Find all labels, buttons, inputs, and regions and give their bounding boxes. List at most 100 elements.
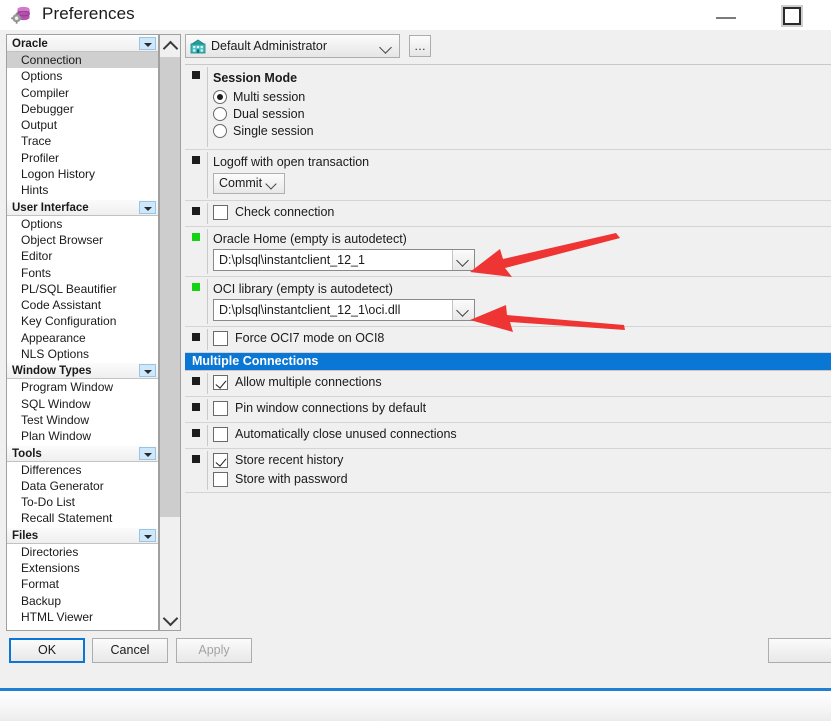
logoff-action-select[interactable]: Commit xyxy=(213,173,285,194)
category-tree-scrollbar[interactable] xyxy=(159,34,181,631)
setting-marker xyxy=(192,403,200,411)
sidebar-item-trace[interactable]: Trace xyxy=(7,133,158,149)
tree-group-user-interface[interactable]: User Interface xyxy=(7,198,158,216)
window-bottom-edge xyxy=(0,688,831,721)
sidebar-item-sql-window[interactable]: SQL Window xyxy=(7,396,158,412)
tree-item-label: Appearance xyxy=(21,330,86,345)
sidebar-item-recall-statement[interactable]: Recall Statement xyxy=(7,510,158,526)
oci-library-combo[interactable]: D:\plsql\instantclient_12_1\oci.dll xyxy=(213,299,475,321)
tree-group-files[interactable]: Files xyxy=(7,526,158,544)
sidebar-item-nls-options[interactable]: NLS Options xyxy=(7,346,158,362)
preferences-category-tree[interactable]: Oracle Connection Options Compiler Debug… xyxy=(6,34,159,631)
sidebar-item-object-browser[interactable]: Object Browser xyxy=(7,232,158,248)
checkbox-auto-close-connections[interactable]: Automatically close unused connections xyxy=(213,426,831,445)
tree-group-label: Tools xyxy=(12,447,42,460)
sidebar-item-html-viewer[interactable]: HTML Viewer xyxy=(7,609,158,625)
chevron-down-icon[interactable] xyxy=(139,200,156,214)
sidebar-item-debugger[interactable]: Debugger xyxy=(7,101,158,117)
sidebar-item-editor[interactable]: Editor xyxy=(7,248,158,264)
profile-select[interactable]: Default Administrator xyxy=(185,34,400,58)
scroll-down-button[interactable] xyxy=(160,608,180,630)
sidebar-item-extensions[interactable]: Extensions xyxy=(7,560,158,576)
scrollbar-track[interactable] xyxy=(160,57,180,608)
minimize-button[interactable] xyxy=(703,0,749,30)
sidebar-item-todo-list[interactable]: To-Do List xyxy=(7,494,158,510)
checkbox-label: Automatically close unused connections xyxy=(235,427,457,441)
checkbox-store-recent-history[interactable]: Store recent history xyxy=(213,452,831,471)
setting-marker xyxy=(192,429,200,437)
tree-group-tools[interactable]: Tools xyxy=(7,444,158,462)
chevron-down-icon[interactable] xyxy=(139,364,156,378)
sidebar-item-logon-history[interactable]: Logon History xyxy=(7,166,158,182)
radio-multi-session[interactable]: Multi session xyxy=(213,89,831,106)
radio-single-session[interactable]: Single session xyxy=(213,123,831,140)
sidebar-item-hints[interactable]: Hints xyxy=(7,182,158,198)
checkbox-force-oci7[interactable]: Force OCI7 mode on OCI8 xyxy=(213,330,831,349)
checkbox-allow-multiple-connections[interactable]: Allow multiple connections xyxy=(213,374,831,393)
chevron-down-icon[interactable] xyxy=(139,528,156,542)
sidebar-item-fonts[interactable]: Fonts xyxy=(7,265,158,281)
cancel-button[interactable]: Cancel xyxy=(92,638,168,663)
setting-pin-window-connections: Pin window connections by default xyxy=(185,397,831,423)
checkbox-store-with-password[interactable]: Store with password xyxy=(213,471,831,490)
sidebar-item-code-assistant[interactable]: Code Assistant xyxy=(7,297,158,313)
maximize-icon xyxy=(783,7,801,25)
sidebar-item-options[interactable]: Options xyxy=(7,68,158,84)
sidebar-item-connection[interactable]: Connection xyxy=(7,52,158,69)
radio-dual-session[interactable]: Dual session xyxy=(213,106,831,123)
radio-label: Multi session xyxy=(233,90,306,104)
tree-item-label: Extensions xyxy=(21,561,80,576)
tree-item-label: Plan Window xyxy=(21,429,92,444)
sidebar-item-compiler[interactable]: Compiler xyxy=(7,85,158,101)
ok-button[interactable]: OK xyxy=(9,638,85,663)
chevron-down-icon[interactable] xyxy=(139,446,156,460)
sidebar-item-differences[interactable]: Differences xyxy=(7,462,158,478)
setting-allow-multiple-connections: Allow multiple connections xyxy=(185,371,831,397)
tree-item-label: Directories xyxy=(21,544,79,559)
setting-marker-changed xyxy=(192,233,200,241)
dialog-button-row: OK Cancel Apply xyxy=(0,638,831,688)
chevron-down-icon[interactable] xyxy=(139,37,156,50)
section-title: Session Mode xyxy=(213,71,298,85)
sidebar-item-output[interactable]: Output xyxy=(7,117,158,133)
tree-item-label: Key Configuration xyxy=(21,314,117,329)
maximize-button[interactable] xyxy=(770,0,816,30)
tree-item-label: Profiler xyxy=(21,150,60,165)
sidebar-item-backup[interactable]: Backup xyxy=(7,593,158,609)
oracle-home-combo[interactable]: D:\plsql\instantclient_12_1 xyxy=(213,249,475,271)
sidebar-item-format[interactable]: Format xyxy=(7,576,158,592)
checkbox-icon xyxy=(213,427,228,442)
tree-item-label: Test Window xyxy=(21,412,90,427)
sidebar-item-profiler[interactable]: Profiler xyxy=(7,150,158,166)
apply-button: Apply xyxy=(176,638,252,663)
sidebar-item-key-configuration[interactable]: Key Configuration xyxy=(7,313,158,329)
help-button[interactable] xyxy=(768,638,831,663)
combo-value: D:\plsql\instantclient_12_1\oci.dll xyxy=(219,303,401,317)
checkbox-check-connection[interactable]: Check connection xyxy=(213,204,831,223)
tree-item-label: Backup xyxy=(21,593,62,608)
tree-item-label: Data Generator xyxy=(21,478,104,493)
sidebar-item-appearance[interactable]: Appearance xyxy=(7,330,158,346)
tree-group-window-types[interactable]: Window Types xyxy=(7,362,158,380)
profile-more-button[interactable]: … xyxy=(409,35,431,57)
tree-item-label: Fonts xyxy=(21,265,52,280)
tree-item-label: NLS Options xyxy=(21,347,90,362)
scrollbar-thumb[interactable] xyxy=(160,57,180,517)
sidebar-item-data-generator[interactable]: Data Generator xyxy=(7,478,158,494)
setting-store-recent-history: Store recent history Store with password xyxy=(185,449,831,493)
sidebar-item-program-window[interactable]: Program Window xyxy=(7,379,158,395)
sidebar-item-ui-options[interactable]: Options xyxy=(7,216,158,232)
sidebar-item-directories[interactable]: Directories xyxy=(7,544,158,560)
tree-group-oracle[interactable]: Oracle xyxy=(7,35,158,52)
tree-group-label: Files xyxy=(12,529,39,542)
checkbox-pin-window-connections[interactable]: Pin window connections by default xyxy=(213,400,831,419)
checkbox-icon xyxy=(213,472,228,487)
sidebar-item-test-window[interactable]: Test Window xyxy=(7,412,158,428)
scroll-up-button[interactable] xyxy=(160,35,180,57)
setting-marker xyxy=(192,71,200,79)
radio-label: Dual session xyxy=(233,107,305,121)
tree-item-label: Output xyxy=(21,118,58,133)
sidebar-item-plsql-beautifier[interactable]: PL/SQL Beautifier xyxy=(7,281,158,297)
tree-item-label: Code Assistant xyxy=(21,298,102,313)
sidebar-item-plan-window[interactable]: Plan Window xyxy=(7,428,158,444)
